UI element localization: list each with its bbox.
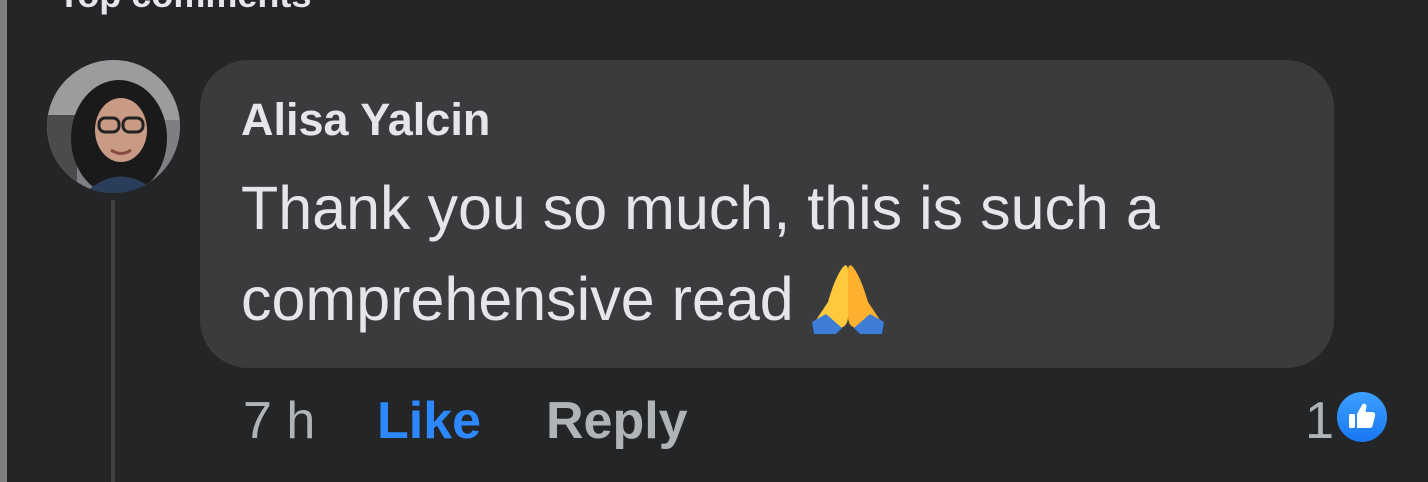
comment-author[interactable]: Alisa Yalcin	[241, 94, 490, 146]
folded-hands-icon	[808, 262, 888, 359]
reaction-count[interactable]: 1	[1305, 390, 1334, 452]
comment-text-container: Thank you so much, this is such a compre…	[241, 163, 1301, 359]
comment-timestamp[interactable]: 7 h	[243, 390, 315, 452]
window-edge	[0, 0, 7, 482]
thumbs-up-icon[interactable]	[1335, 390, 1389, 444]
like-button[interactable]: Like	[377, 390, 481, 452]
avatar-image	[47, 60, 180, 193]
reply-button[interactable]: Reply	[546, 390, 688, 452]
avatar[interactable]	[47, 60, 180, 193]
comment-text: Thank you so much, this is such a compre…	[241, 174, 1160, 333]
comment-bubble: Alisa Yalcin Thank you so much, this is …	[200, 60, 1334, 368]
section-heading: Top comments	[58, 0, 311, 16]
thread-line	[111, 200, 115, 482]
